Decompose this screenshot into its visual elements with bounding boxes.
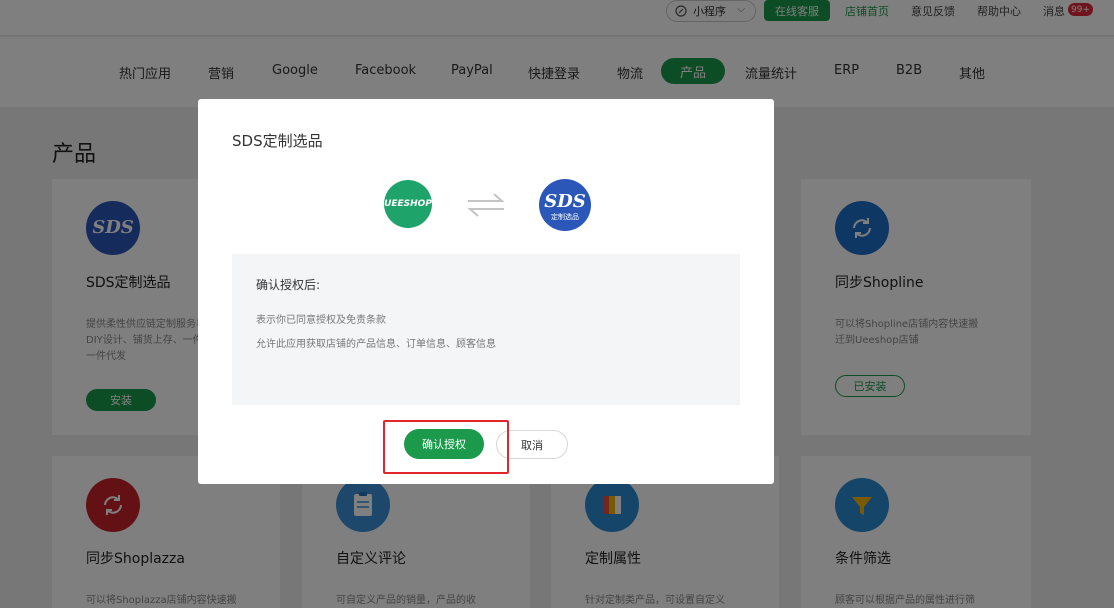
sds-logo: SDS 定制选品: [539, 179, 591, 231]
modal-title: SDS定制选品: [232, 132, 323, 150]
svg-text:定制选品: 定制选品: [551, 212, 579, 221]
sds-logo-mark: SDS 定制选品: [544, 191, 586, 221]
info-line: 表示你已同意授权及免责条款: [256, 315, 386, 326]
info-line: 允许此应用获取店铺的产品信息、订单信息、顾客信息: [256, 339, 496, 350]
ueeshop-logo: UEESHOP: [384, 180, 432, 228]
info-heading: 确认授权后:: [256, 278, 321, 292]
svg-text:SDS: SDS: [544, 191, 586, 212]
authorization-info-box: 确认授权后: 表示你已同意授权及免责条款 允许此应用获取店铺的产品信息、订单信息…: [232, 254, 740, 405]
swap-arrows-icon: [467, 193, 505, 217]
authorize-modal: SDS定制选品 UEESHOP SDS 定制选品 确认授权后: 表示你已同意授权…: [198, 99, 774, 484]
highlight-box: [383, 420, 509, 474]
ueeshop-logo-text: UEESHOP: [384, 199, 432, 209]
